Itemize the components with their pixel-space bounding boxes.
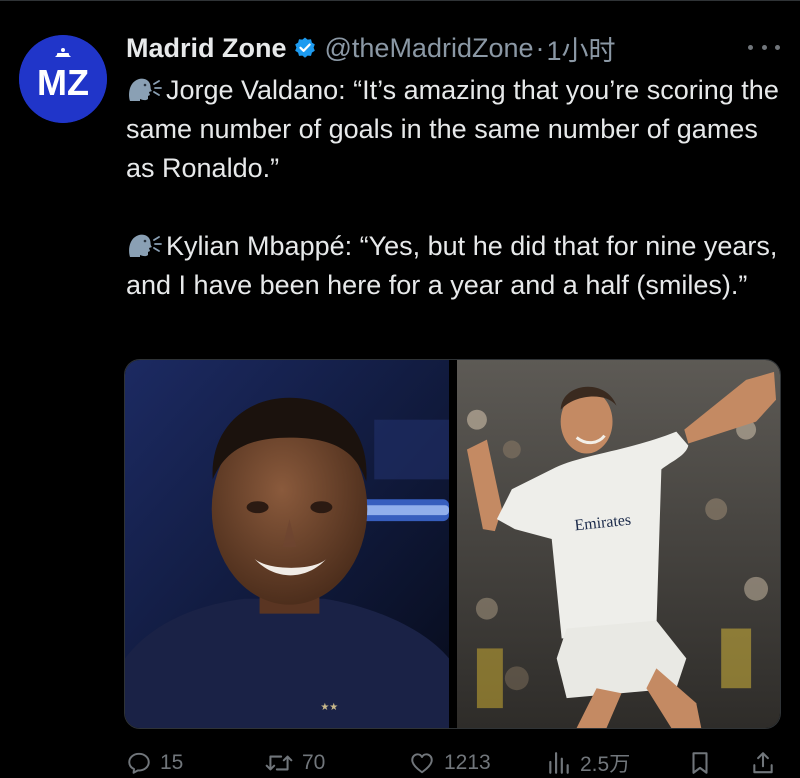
speaking-head-icon — [126, 75, 162, 103]
reply-button[interactable]: 15 — [126, 746, 183, 778]
retweet-count: 70 — [302, 751, 326, 774]
tweet-time[interactable]: 1小时 — [547, 29, 616, 68]
photo-mbappe[interactable]: ★★ — [125, 360, 449, 728]
like-icon — [411, 753, 433, 774]
bookmark-icon — [692, 752, 708, 774]
share-button[interactable] — [750, 746, 776, 778]
svg-text:★★: ★★ — [320, 702, 338, 713]
tweet-paragraph-2: Kylian Mbappé: “Yes, but he did that for… — [126, 231, 778, 300]
speaking-head-icon — [126, 231, 162, 259]
verified-badge-icon — [293, 36, 317, 60]
views-count: 2.5万 — [580, 753, 631, 776]
views-button[interactable]: 2.5万 — [546, 746, 630, 778]
like-count: 1213 — [444, 751, 491, 774]
retweet-icon — [265, 755, 293, 771]
share-icon — [753, 752, 773, 774]
more-icon[interactable] — [748, 35, 780, 59]
views-icon — [549, 752, 569, 774]
retweet-button[interactable]: 70 — [264, 746, 325, 778]
avatar-logo-text: MZ — [37, 62, 89, 103]
bookmark-button[interactable] — [688, 746, 712, 778]
like-button[interactable]: 1213 — [408, 746, 491, 778]
photo-ronaldo[interactable]: Emirates — [457, 360, 780, 728]
reply-icon — [128, 752, 150, 774]
tweet-text: Jorge Valdano: “It’s amazing that you’re… — [126, 71, 786, 305]
tweet-media[interactable]: ★★ Emirates — [124, 359, 781, 729]
action-bar: 15 70 1213 2.5万 — [126, 746, 776, 778]
avatar[interactable]: MZ — [19, 35, 107, 123]
author-handle[interactable]: @theMadridZone — [325, 33, 534, 64]
author-name[interactable]: Madrid Zone — [126, 33, 287, 64]
header-separator: · — [535, 32, 545, 63]
tweet-paragraph-1: Jorge Valdano: “It’s amazing that you’re… — [126, 75, 779, 183]
tweet-header: Madrid Zone @theMadridZone · 1小时 — [126, 29, 616, 68]
reply-count: 15 — [160, 751, 184, 774]
tweet[interactable]: MZ Madrid Zone @theMadridZone · 1小时 Jorg… — [0, 0, 800, 778]
